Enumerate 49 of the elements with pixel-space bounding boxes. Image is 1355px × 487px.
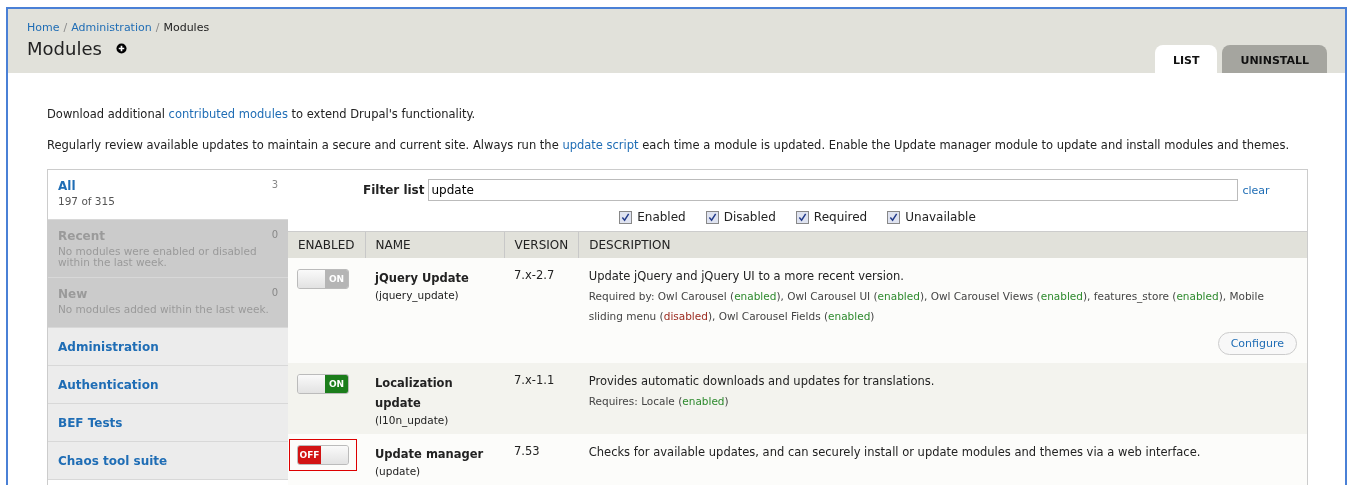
version-text: 7.x-1.1: [514, 373, 555, 387]
add-shortcut-icon[interactable]: [115, 43, 127, 54]
breadcrumb-link[interactable]: Home: [27, 21, 60, 34]
machine-name: (update): [375, 465, 422, 477]
breadcrumb-separator: /: [155, 21, 160, 34]
tab[interactable]: LIST: [1154, 45, 1218, 73]
description-text: Update jQuery and jQuery UI to a more recent version.: [588, 268, 905, 284]
column-header: NAME: [365, 231, 504, 258]
column-header: DESCRIPTION: [578, 231, 1307, 258]
description-text: Checks for available updates, and can securely install or update modules and themes via a web interface.: [588, 444, 1202, 460]
breadcrumb-current-page: Modules: [163, 21, 210, 34]
link[interactable]: update script: [562, 138, 639, 152]
configure-button[interactable]: Configure: [1217, 332, 1297, 355]
breadcrumb-separator: /: [63, 21, 68, 34]
sidebar-item[interactable]: Chaos tool suite: [48, 442, 288, 480]
description-text: Provides automatic downloads and updates for translations.: [588, 373, 936, 389]
checkbox[interactable]: [619, 210, 633, 224]
breadcrumb-link[interactable]: Administration: [71, 21, 152, 34]
checkbox[interactable]: [705, 210, 719, 224]
module-name: Localization update: [375, 375, 454, 412]
page-title: Modules: [27, 38, 102, 59]
sidebar-item[interactable]: BEF Tests: [48, 404, 288, 442]
column-header: VERSION: [504, 231, 579, 258]
checkbox-label: Required: [813, 210, 868, 224]
version-text: 7.53: [514, 444, 540, 458]
tab[interactable]: UNINSTALL: [1222, 45, 1327, 73]
toggle-switch[interactable]: OFF: [297, 445, 349, 465]
module-name: Update manager: [375, 446, 485, 463]
checkbox[interactable]: [795, 210, 809, 224]
sidebar-item[interactable]: Authentication: [48, 366, 288, 404]
machine-name: (l10n_update): [375, 414, 450, 426]
checkbox-label: Unavailable: [905, 210, 976, 224]
sidebar-item[interactable]: Administration: [48, 328, 288, 366]
checkbox-label: Enabled: [637, 210, 686, 224]
link[interactable]: contributed modules: [168, 107, 288, 121]
toggle-switch[interactable]: ON: [297, 374, 349, 394]
requirements-text: Requires: Locale (enabled): [588, 394, 730, 409]
filter-label: Filter list: [363, 183, 425, 197]
column-header: ENABLED: [288, 231, 365, 258]
clear-link[interactable]: clear: [1242, 183, 1270, 197]
checkbox[interactable]: [887, 210, 901, 224]
checkbox-label: Disabled: [723, 210, 776, 224]
module-name: jQuery Update: [375, 270, 470, 287]
requirements-text: Required by: Owl Carousel (enabled), Owl Carousel UI (enabled), Owl Carousel Views (enabled), features_store (enabled), Mobile sliding menu (disabled), Owl Carousel Fields (enabled): [588, 289, 1265, 324]
intro-text: Regularly review available updates to maintain a secure and current site. Always run the update script each time a module is updated. Enable the Update manager module to update and install modules and themes.: [47, 138, 1291, 152]
machine-name: (jquery_update): [375, 289, 460, 301]
intro-text: Download additional contributed modules to extend Drupal's functionality.: [47, 107, 477, 121]
version-text: 7.x-2.7: [514, 268, 555, 282]
filter-field[interactable]: update: [427, 179, 1238, 201]
